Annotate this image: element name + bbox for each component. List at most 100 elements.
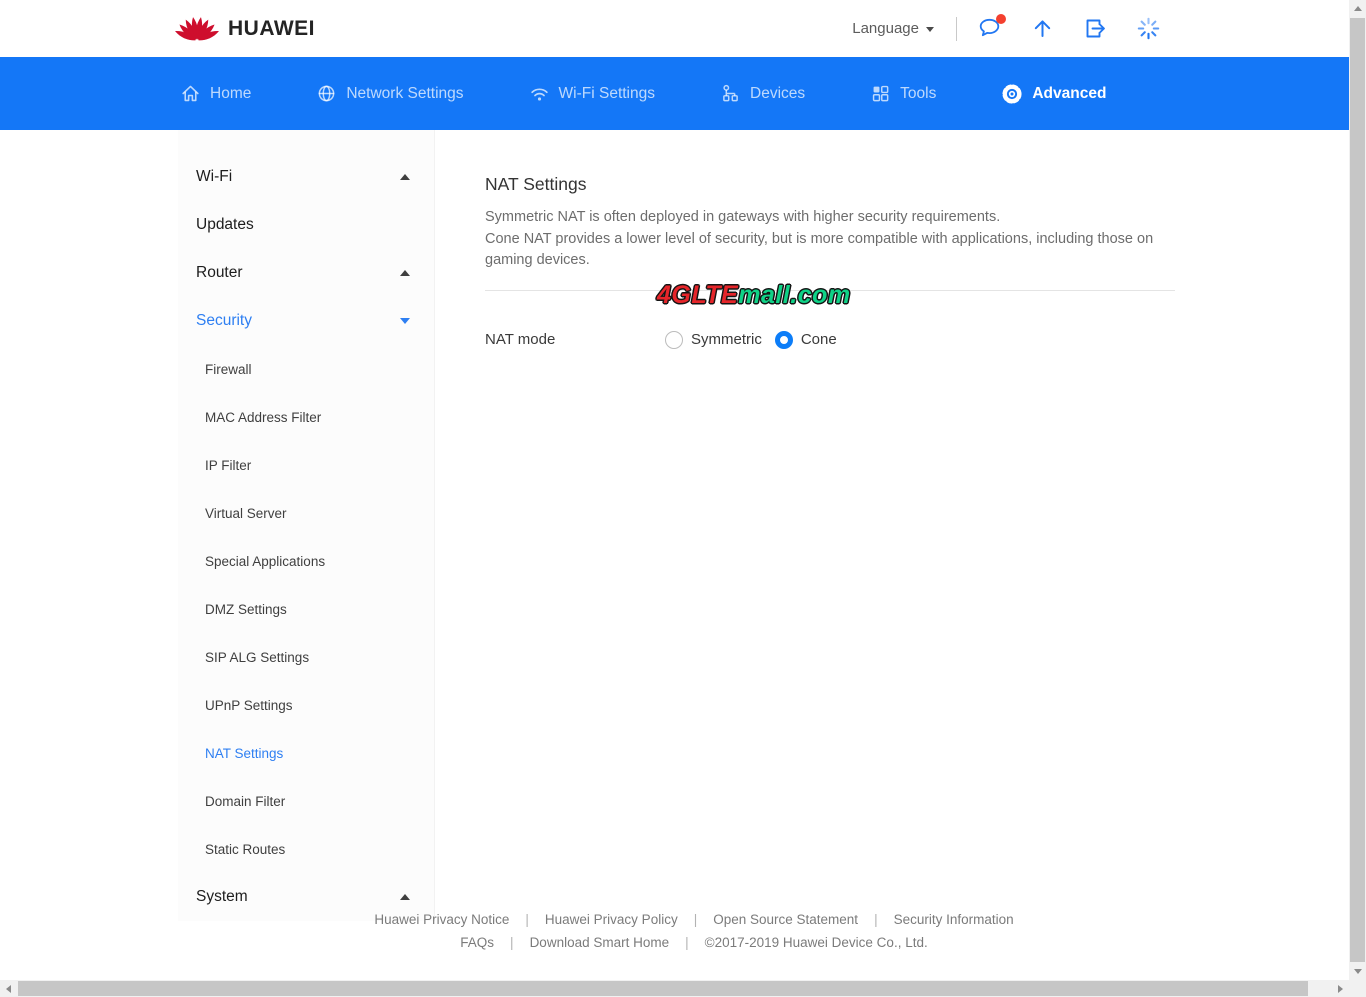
nav-item-devices[interactable]: Devices [720, 83, 805, 104]
footer-separator: | [694, 912, 698, 927]
scroll-left-arrow-icon [6, 985, 11, 993]
language-label: Language [852, 20, 919, 37]
radio-unselected-icon [665, 331, 683, 349]
language-dropdown[interactable]: Language [852, 20, 934, 37]
scroll-right-button[interactable] [1332, 980, 1349, 997]
sidebar-item-firewall[interactable]: Firewall [178, 345, 434, 393]
chevron-down-icon [926, 27, 934, 32]
footer-link-download-smart-home[interactable]: Download Smart Home [530, 935, 670, 950]
horizontal-scrollbar[interactable] [0, 980, 1349, 997]
sidebar-item-nat-settings[interactable]: NAT Settings [178, 729, 434, 777]
scroll-left-button[interactable] [0, 980, 17, 997]
radio-option-cone[interactable]: Cone [775, 331, 837, 349]
nav-item-network-settings[interactable]: Network Settings [316, 83, 463, 104]
watermark: 4GLTEmall.com [657, 281, 851, 310]
footer-link-huawei-privacy-policy[interactable]: Huawei Privacy Policy [545, 912, 678, 927]
footer-link-open-source-statement[interactable]: Open Source Statement [713, 912, 858, 927]
logout-icon [1082, 15, 1109, 42]
sidebar-item-label: Domain Filter [205, 794, 285, 809]
sidebar-item-label: MAC Address Filter [205, 410, 321, 425]
footer-row-2: FAQs|Download Smart Home|©2017-2019 Huaw… [178, 931, 1210, 954]
brand: HUAWEI [175, 14, 315, 43]
footer-separator: | [874, 912, 878, 927]
footer-separator: | [685, 935, 689, 950]
sidebar-item-label: Router [196, 264, 243, 282]
footer-link-faqs[interactable]: FAQs [460, 935, 494, 950]
sidebar-item-label: IP Filter [205, 458, 251, 473]
nav-item-wifi-settings[interactable]: Wi-Fi Settings [529, 83, 655, 104]
sidebar-item-sip-alg-settings[interactable]: SIP ALG Settings [178, 633, 434, 681]
loading-spinner-icon [1135, 15, 1162, 42]
nav-item-label: Devices [750, 85, 805, 103]
header-divider [956, 17, 957, 41]
vertical-scrollbar[interactable] [1349, 0, 1366, 980]
radio-selected-icon [775, 331, 793, 349]
huawei-logo-icon [175, 14, 219, 43]
footer-link-security-information[interactable]: Security Information [894, 912, 1014, 927]
sidebar-item-label: Updates [196, 216, 254, 234]
nav-item-label: Network Settings [346, 85, 463, 103]
nav-item-advanced[interactable]: Advanced [1001, 83, 1106, 105]
description-line-2: Cone NAT provides a lower level of secur… [485, 229, 1175, 272]
brand-text: HUAWEI [228, 17, 315, 41]
sidebar-item-static-routes[interactable]: Static Routes [178, 825, 434, 873]
watermark-text-red: 4GLTE [657, 281, 738, 309]
globe-icon [316, 83, 337, 104]
gear-icon [1001, 83, 1023, 105]
sidebar-item-ip-filter[interactable]: IP Filter [178, 441, 434, 489]
chevron-up-icon [400, 894, 410, 900]
vertical-scroll-thumb[interactable] [1350, 18, 1365, 962]
chevron-up-icon [400, 270, 410, 276]
footer-link-huawei-privacy-notice[interactable]: Huawei Privacy Notice [374, 912, 509, 927]
radio-option-symmetric[interactable]: Symmetric [665, 331, 762, 349]
sidebar-item-label: DMZ Settings [205, 602, 287, 617]
sidebar-item-mac-address-filter[interactable]: MAC Address Filter [178, 393, 434, 441]
nav-item-tools[interactable]: Tools [870, 83, 936, 104]
sidebar-item-wifi[interactable]: Wi-Fi [178, 153, 434, 201]
page-title: NAT Settings [485, 174, 1175, 195]
sidebar-item-upnp-settings[interactable]: UPnP Settings [178, 681, 434, 729]
sidebar-item-label: Virtual Server [205, 506, 287, 521]
page-footer: Huawei Privacy Notice | Huawei Privacy Pol… [178, 908, 1210, 954]
home-icon [180, 83, 201, 104]
sidebar-item-special-applications[interactable]: Special Applications [178, 537, 434, 585]
footer-row-1: Huawei Privacy Notice | Huawei Privacy Pol… [178, 908, 1210, 931]
wifi-icon [529, 83, 550, 104]
logout-button[interactable] [1082, 15, 1109, 42]
nav-item-label: Advanced [1032, 85, 1106, 103]
watermark-text-green: mall.com [738, 281, 850, 309]
chevron-down-icon [400, 318, 410, 324]
sidebar-item-label: System [196, 888, 248, 906]
sidebar-item-label: Special Applications [205, 554, 325, 569]
scroll-up-arrow-icon [1354, 6, 1362, 11]
footer-separator: | [525, 912, 529, 927]
sidebar-item-label: Static Routes [205, 842, 285, 857]
sidebar-item-label: SIP ALG Settings [205, 650, 309, 665]
nav-item-label: Wi-Fi Settings [559, 85, 655, 103]
footer-copyright: ©2017-2019 Huawei Device Co., Ltd. [705, 935, 928, 950]
sidebar-item-dmz-settings[interactable]: DMZ Settings [178, 585, 434, 633]
main-content: NAT Settings Symmetric NAT is often depl… [485, 130, 1175, 349]
chevron-up-icon [400, 174, 410, 180]
scroll-up-button[interactable] [1349, 0, 1366, 17]
sidebar-item-security[interactable]: Security [178, 297, 434, 345]
scroll-down-button[interactable] [1349, 963, 1366, 980]
sidebar-item-domain-filter[interactable]: Domain Filter [178, 777, 434, 825]
sidebar: Wi-Fi Updates Router Security Firewall M… [178, 130, 435, 921]
sidebar-item-router[interactable]: Router [178, 249, 434, 297]
sidebar-item-updates[interactable]: Updates [178, 201, 434, 249]
feedback-chat-button[interactable] [976, 15, 1003, 42]
sidebar-item-label: Security [196, 312, 252, 330]
scroll-down-arrow-icon [1354, 969, 1362, 974]
main-navbar: Home Network Settings Wi-Fi Settings Dev… [0, 57, 1349, 130]
radio-label: Symmetric [691, 331, 762, 348]
sidebar-item-virtual-server[interactable]: Virtual Server [178, 489, 434, 537]
horizontal-scroll-thumb[interactable] [18, 981, 1308, 996]
loading-button[interactable] [1135, 15, 1162, 42]
notification-dot [996, 14, 1006, 24]
nav-item-home[interactable]: Home [180, 83, 251, 104]
nav-item-label: Home [210, 85, 251, 103]
update-button[interactable] [1029, 15, 1056, 42]
scroll-right-arrow-icon [1338, 985, 1343, 993]
nat-mode-label: NAT mode [485, 331, 665, 348]
